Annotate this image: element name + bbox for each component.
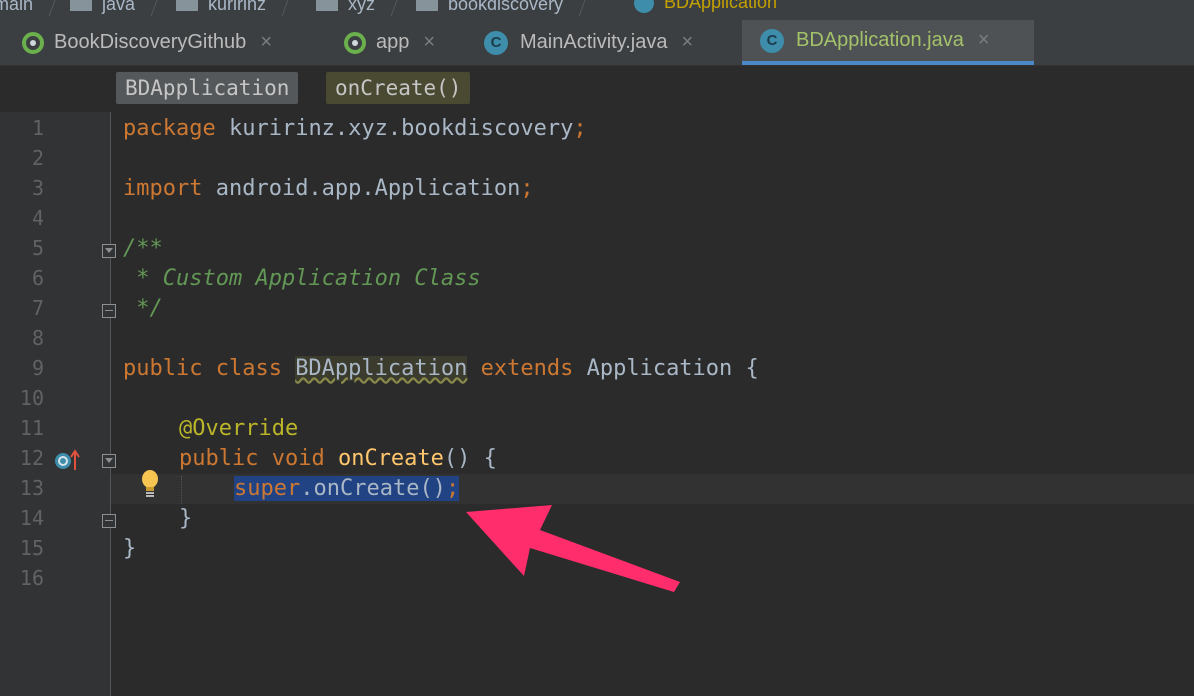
semicolon: ; xyxy=(520,176,534,201)
tab-app[interactable]: app × xyxy=(344,20,464,65)
close-icon[interactable]: × xyxy=(260,31,272,54)
breadcrumb-label: xyz xyxy=(348,0,375,14)
semicolon: ; xyxy=(573,116,587,141)
tab-bookdiscoverygithub[interactable]: BookDiscoveryGithub × xyxy=(22,20,322,65)
keyword: import xyxy=(123,176,216,201)
package-name: kuririnz.xyz.bookdiscovery xyxy=(228,116,574,141)
breadcrumb-item-kuririnz[interactable]: kuririnz xyxy=(176,0,292,16)
breadcrumb-item-main[interactable]: main xyxy=(0,0,59,16)
breadcrumb-separator xyxy=(38,0,59,16)
code-line-13: super.onCreate(); xyxy=(234,474,460,504)
breadcrumb-item-java[interactable]: java xyxy=(70,0,161,16)
class-c-icon: C xyxy=(760,28,784,53)
close-icon[interactable]: × xyxy=(978,29,990,52)
code-line-6: * Custom Application Class xyxy=(123,266,481,291)
code-line-9: public class BDApplication extends Appli… xyxy=(123,354,759,384)
semicolon: ; xyxy=(445,476,460,501)
code-line-12: public void onCreate() { xyxy=(179,444,497,474)
line-number: 12 xyxy=(19,446,44,470)
tab-label: BDApplication.java xyxy=(796,29,964,51)
method-breadcrumb[interactable]: onCreate() xyxy=(326,72,471,104)
code-line-11: @Override xyxy=(179,416,299,441)
override-method-icon[interactable] xyxy=(54,448,80,472)
class-c-icon: C xyxy=(484,30,508,55)
android-module-icon xyxy=(22,31,44,54)
keyword: super xyxy=(234,476,301,501)
tab-bdapplication-java[interactable]: C BDApplication.java × xyxy=(742,20,1034,65)
close-icon[interactable]: × xyxy=(423,31,435,54)
breadcrumb-label: main xyxy=(0,0,34,14)
line-number: 7 xyxy=(31,296,44,320)
keyword: package xyxy=(123,116,229,141)
code-navigation-bar: BDApplication onCreate() xyxy=(0,66,1194,111)
breadcrumb-label: bookdiscovery xyxy=(448,0,564,14)
code-editor[interactable]: package kuririnz.xyz.bookdiscovery; impo… xyxy=(111,112,1194,696)
class-name: BDApplication xyxy=(295,356,468,381)
tab-label: MainActivity.java xyxy=(520,31,668,53)
line-number: 10 xyxy=(19,386,44,410)
code-line-5: /** xyxy=(123,236,163,261)
line-number: 2 xyxy=(31,146,44,170)
folder-icon xyxy=(416,0,438,11)
line-number: 13 xyxy=(19,476,44,500)
method-signature: () { xyxy=(443,446,497,471)
breadcrumb: main java kuririnz xyz bookdiscovery BDA… xyxy=(0,0,1194,21)
tab-label: app xyxy=(376,31,410,53)
breadcrumb-item-bdapplication[interactable]: BDApplication xyxy=(634,0,777,13)
line-number: 1 xyxy=(31,116,44,140)
class-icon xyxy=(634,0,654,13)
line-number: 16 xyxy=(19,566,44,590)
breadcrumb-label: kuririnz xyxy=(208,0,267,14)
code-line-3: import android.app.Application; xyxy=(123,174,534,204)
line-number: 15 xyxy=(19,536,44,560)
keyword: extends xyxy=(467,356,587,381)
breadcrumb-item-xyz[interactable]: xyz xyxy=(316,0,401,16)
line-number: 4 xyxy=(31,206,44,230)
folder-icon xyxy=(316,0,338,11)
android-module-icon xyxy=(344,31,366,54)
breadcrumb-label: BDApplication xyxy=(664,0,778,12)
indent-guide xyxy=(181,476,183,504)
method-name: onCreate xyxy=(337,446,444,471)
line-number: 8 xyxy=(31,326,44,350)
method-call: .onCreate() xyxy=(300,476,446,501)
line-number: 11 xyxy=(19,416,44,440)
code-line-7: */ xyxy=(123,296,163,321)
keyword: public void xyxy=(179,446,338,471)
breadcrumb-item-bookdiscovery[interactable]: bookdiscovery xyxy=(416,0,589,16)
breadcrumb-separator xyxy=(140,0,161,16)
breadcrumb-label: java xyxy=(102,0,136,14)
line-number: 3 xyxy=(31,176,44,200)
close-icon[interactable]: × xyxy=(681,31,693,54)
line-number: 9 xyxy=(31,356,44,380)
breadcrumb-separator xyxy=(380,0,401,16)
code-line-1: package kuririnz.xyz.bookdiscovery; xyxy=(123,114,587,144)
superclass-name: Application { xyxy=(586,356,759,381)
tab-mainactivity-java[interactable]: C MainActivity.java × xyxy=(484,20,734,65)
code-line-14: } xyxy=(179,506,193,531)
keyword: public class xyxy=(123,356,296,381)
intention-lightbulb-icon[interactable] xyxy=(139,467,161,499)
folder-icon xyxy=(70,0,92,11)
folder-icon xyxy=(176,0,198,11)
selected-code: super.onCreate(); xyxy=(234,476,460,501)
line-number: 5 xyxy=(31,236,44,260)
line-number-gutter: 1 2 3 4 5 6 7 8 9 10 11 12 13 14 15 16 xyxy=(0,112,116,696)
breadcrumb-separator xyxy=(568,0,589,16)
code-line-15: } xyxy=(123,536,137,561)
editor-tab-bar: BookDiscoveryGithub × app × C MainActivi… xyxy=(0,20,1194,66)
line-number: 6 xyxy=(31,266,44,290)
import-name: android.app.Application xyxy=(215,176,521,201)
tab-label: BookDiscoveryGithub xyxy=(54,31,247,53)
class-breadcrumb[interactable]: BDApplication xyxy=(116,72,299,104)
breadcrumb-separator xyxy=(271,0,292,16)
line-number: 14 xyxy=(19,506,44,530)
